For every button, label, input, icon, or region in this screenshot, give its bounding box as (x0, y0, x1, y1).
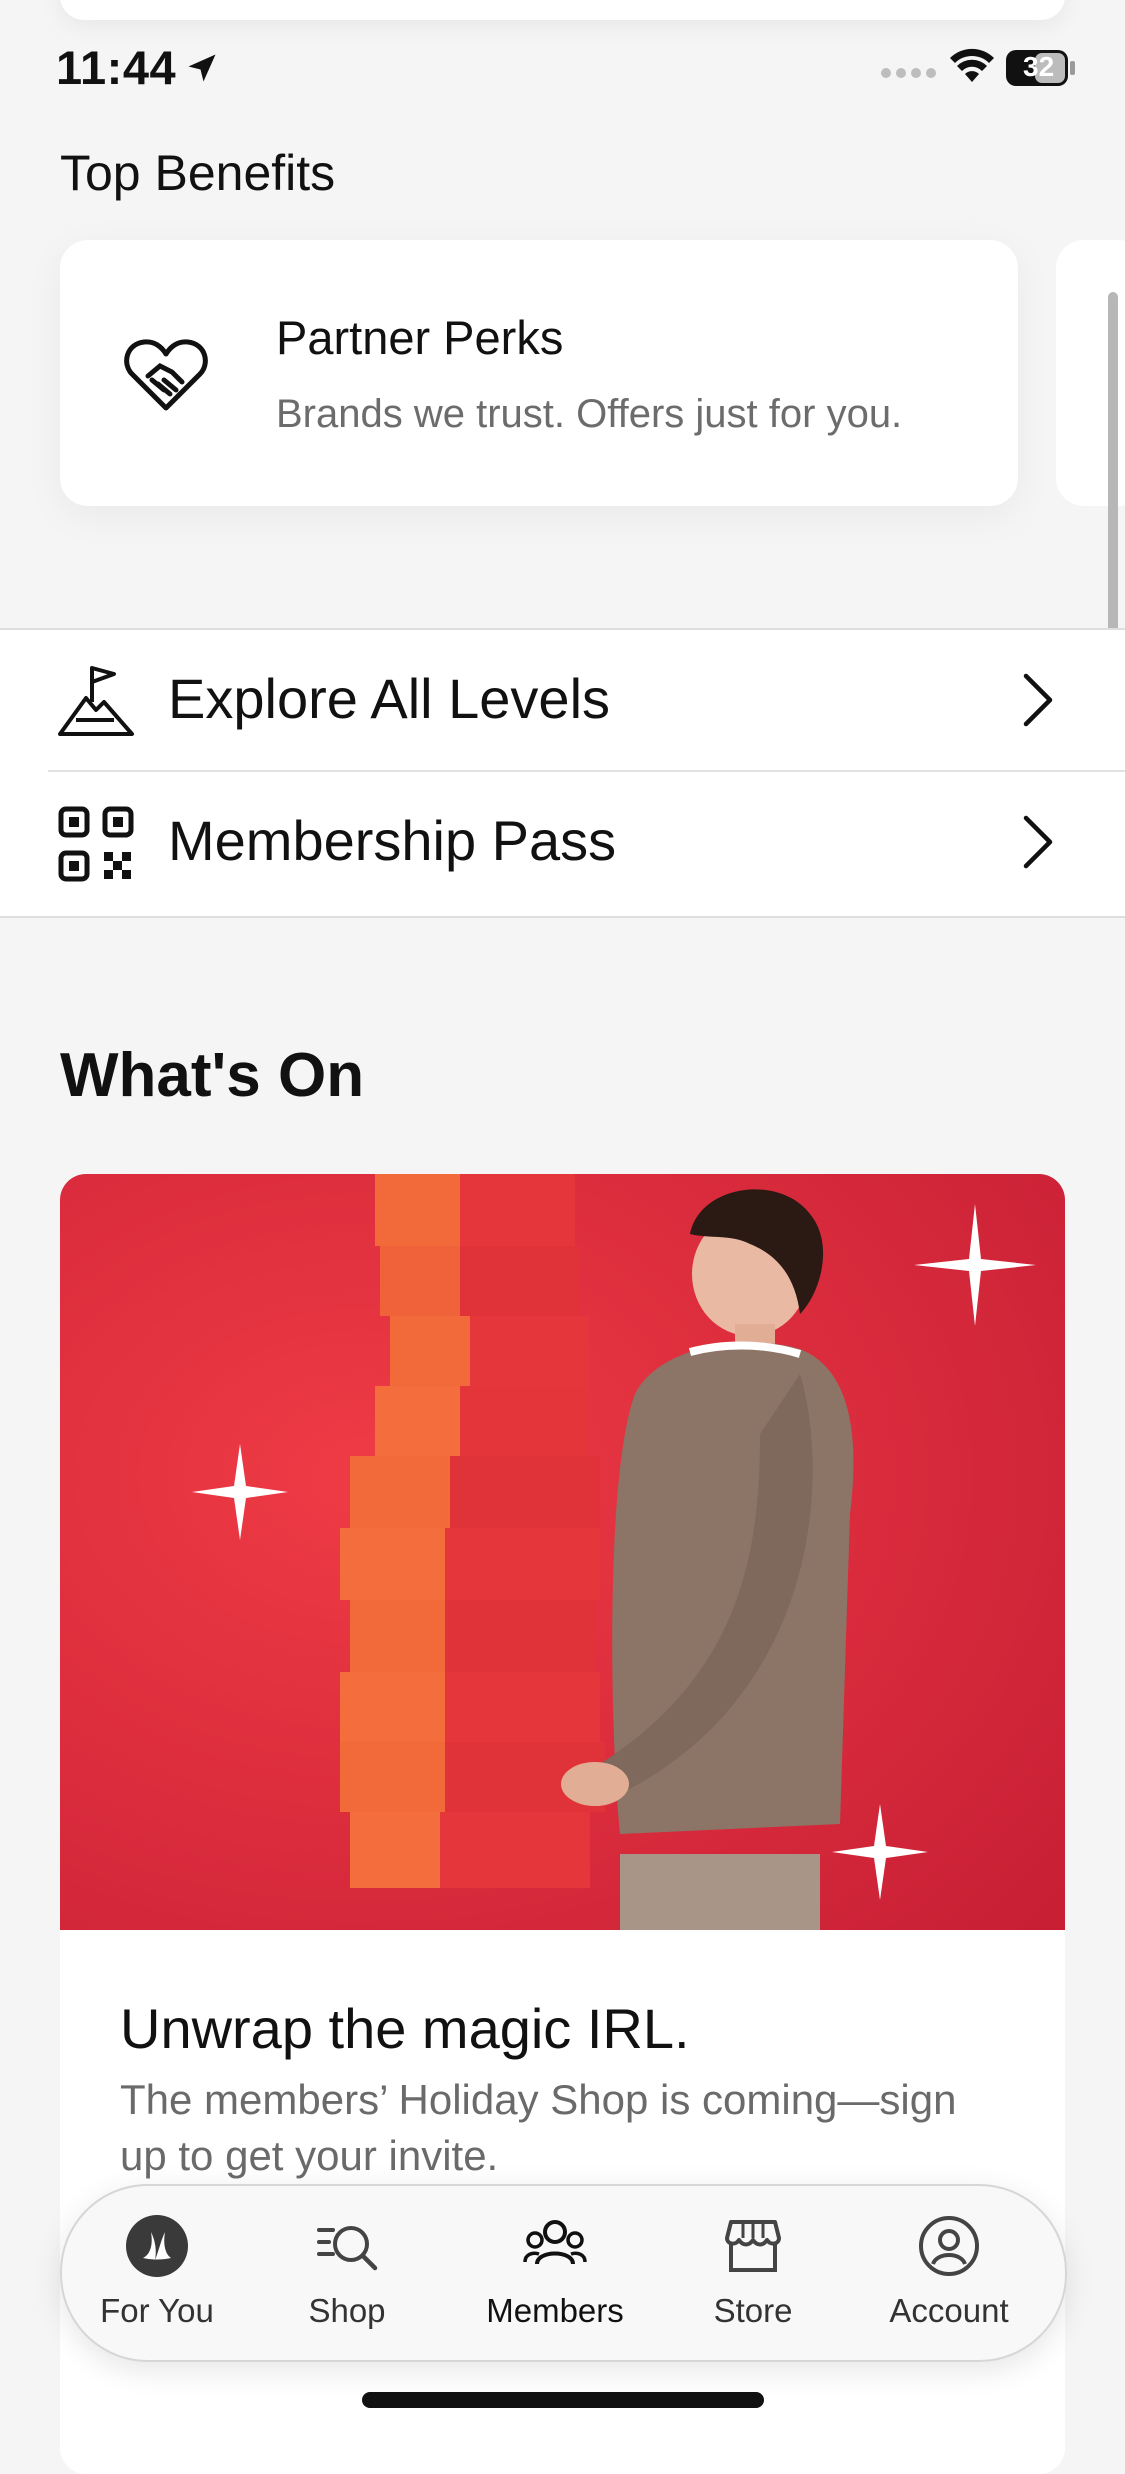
explore-all-levels-label: Explore All Levels (168, 667, 611, 730)
handshake-heart-icon (124, 339, 208, 411)
bottom-nav-bar: For You Shop Members Store Account (60, 2184, 1067, 2362)
nav-label: Account (889, 2292, 1009, 2329)
benefit-subtitle: Brands we trust. Offers just for you. (276, 392, 903, 436)
carousel-scrollbar[interactable] (1108, 292, 1118, 644)
battery-indicator: 32 (1005, 48, 1077, 88)
account-icon (919, 2216, 979, 2276)
location-arrow-icon (188, 54, 216, 82)
signal-dots-icon (881, 68, 936, 78)
explore-all-levels-row[interactable]: Explore All Levels (0, 630, 1125, 770)
mountain-flag-icon (58, 666, 134, 736)
lululemon-logo-icon (126, 2215, 188, 2277)
whats-on-title: What's On (60, 1041, 365, 1110)
nav-members[interactable]: Members (460, 2186, 650, 2360)
benefit-title: Partner Perks (276, 311, 564, 364)
nav-store[interactable]: Store (658, 2186, 848, 2360)
store-icon (725, 2220, 781, 2272)
battery-level: 32 (1023, 51, 1055, 82)
chevron-right-icon (1023, 673, 1053, 727)
nav-label: Members (486, 2292, 624, 2329)
qr-code-icon (58, 806, 134, 882)
membership-pass-label: Membership Pass (168, 809, 617, 872)
members-icon (523, 2220, 587, 2265)
membership-pass-row[interactable]: Membership Pass (0, 772, 1125, 912)
nav-shop[interactable]: Shop (252, 2186, 442, 2360)
nav-for-you[interactable]: For You (62, 2186, 252, 2360)
holiday-promo-image (60, 1174, 1065, 1930)
top-benefits-title: Top Benefits (60, 145, 336, 201)
previous-card-edge (60, 0, 1065, 20)
nav-label: For You (100, 2292, 214, 2329)
nav-label: Shop (308, 2292, 386, 2329)
promo-title: Unwrap the magic IRL. (120, 1997, 690, 2060)
wifi-icon (950, 48, 994, 82)
promo-description: The members’ Holiday Shop is coming—sign… (120, 2076, 957, 2179)
home-indicator[interactable] (362, 2392, 764, 2408)
nav-label: Store (713, 2292, 793, 2329)
nav-account[interactable]: Account (854, 2186, 1044, 2360)
status-time: 11:44 (56, 41, 177, 94)
search-list-icon (317, 2226, 378, 2271)
chevron-right-icon (1023, 815, 1053, 869)
